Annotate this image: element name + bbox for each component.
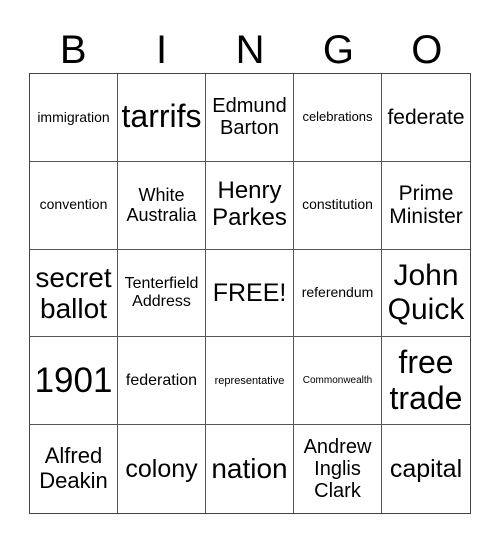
bingo-cell[interactable]: capital — [382, 425, 470, 513]
bingo-cell[interactable]: federate — [382, 74, 470, 162]
bingo-cell[interactable]: immigration — [30, 74, 118, 162]
bingo-header: B I N G O — [29, 28, 471, 72]
header-letter-g: G — [322, 28, 354, 72]
bingo-cell[interactable]: John Quick — [382, 250, 470, 338]
bingo-cell[interactable]: Alfred Deakin — [30, 425, 118, 513]
bingo-cell[interactable]: White Australia — [118, 161, 206, 250]
bingo-card: immigration tarrifs Edmund Barton celebr… — [29, 73, 471, 514]
bingo-cell[interactable]: Tenterfield Address — [118, 249, 206, 338]
bingo-cell[interactable]: free trade — [382, 337, 470, 426]
bingo-cell[interactable]: referendum — [294, 249, 382, 338]
bingo-cell[interactable]: convention — [30, 161, 118, 250]
bingo-cell[interactable]: secret ballot — [30, 249, 118, 338]
bingo-cell[interactable]: tarrifs — [118, 74, 206, 162]
bingo-cell[interactable]: constitution — [294, 161, 382, 250]
free-cell[interactable]: FREE! — [206, 249, 294, 338]
bingo-cell[interactable]: Commonwealth — [294, 337, 382, 426]
bingo-cell[interactable]: representative — [206, 337, 294, 426]
bingo-cell[interactable]: Prime Minister — [382, 162, 470, 250]
bingo-cell[interactable]: federation — [118, 337, 206, 426]
bingo-cell[interactable]: Edmund Barton — [206, 74, 294, 162]
bingo-cell[interactable]: celebrations — [294, 74, 382, 162]
header-letter-n: N — [235, 28, 265, 72]
bingo-cell[interactable]: Henry Parkes — [206, 161, 294, 250]
bingo-cell[interactable]: 1901 — [30, 337, 118, 426]
bingo-cell[interactable]: nation — [206, 425, 294, 513]
bingo-cell[interactable]: colony — [118, 425, 206, 513]
bingo-cell[interactable]: Andrew Inglis Clark — [294, 425, 382, 513]
header-letter-o: O — [411, 28, 443, 72]
header-letter-b: B — [59, 28, 87, 72]
header-letter-i: I — [156, 28, 168, 72]
